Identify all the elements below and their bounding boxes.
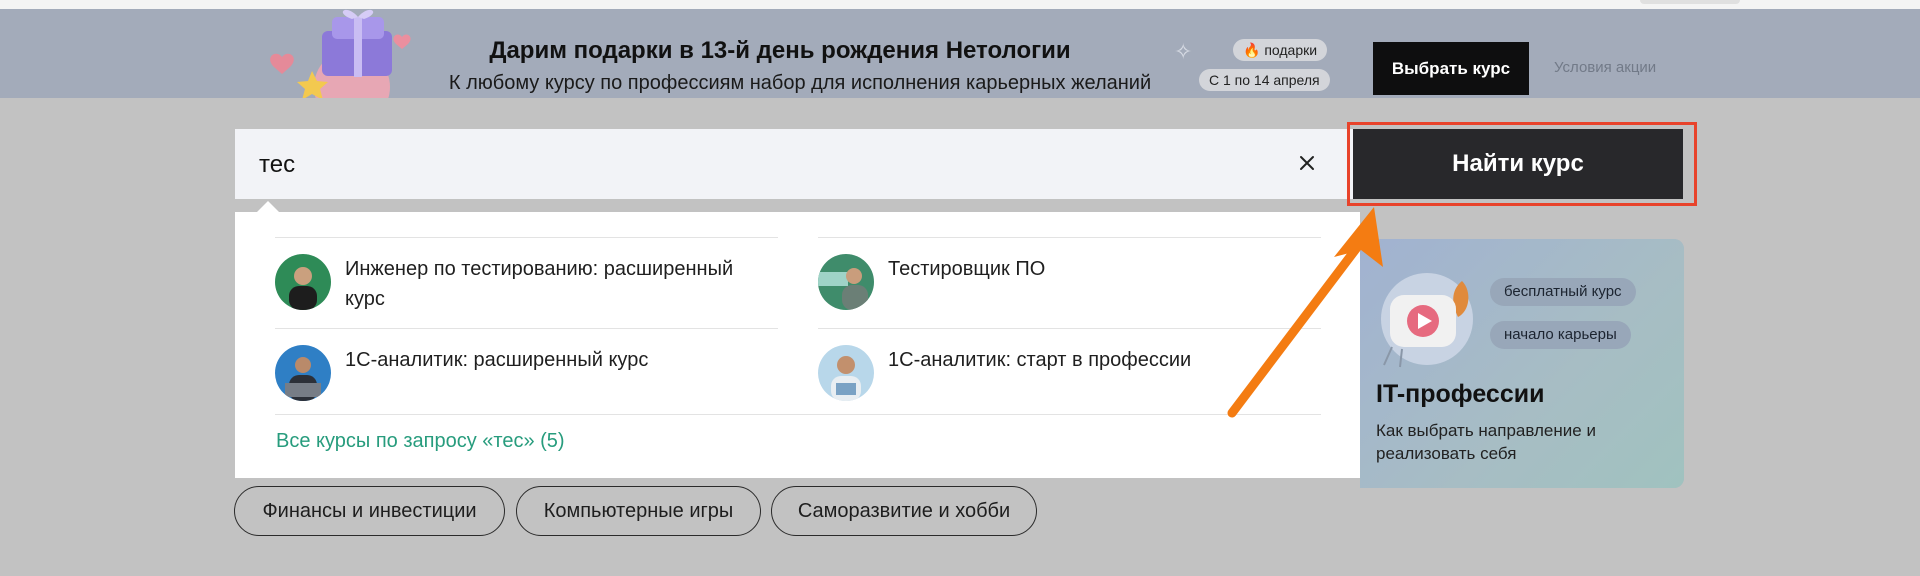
dates-tag: С 1 по 14 апреля [1199, 69, 1330, 91]
course-avatar [275, 345, 331, 401]
it-professions-card[interactable]: бесплатный курс начало карьеры IT-профес… [1360, 239, 1684, 488]
pointer-arrow-icon [1227, 207, 1383, 418]
banner-title: Дарим подарки в 13-й день рождения Нетол… [489, 37, 1071, 64]
promo-terms-link[interactable]: Условия акции [1554, 59, 1656, 76]
highlight-frame [1347, 122, 1697, 206]
gift-box-illustration [270, 9, 411, 98]
close-icon[interactable] [1295, 151, 1319, 175]
category-chip[interactable]: Саморазвитие и хобби [771, 486, 1037, 536]
top-strip [0, 0, 1920, 9]
search-input[interactable]: тес [235, 129, 1360, 199]
divider [275, 237, 778, 238]
category-chip[interactable]: Компьютерные игры [516, 486, 761, 536]
course-avatar [818, 345, 874, 401]
category-chip[interactable]: Финансы и инвестиции [234, 486, 505, 536]
suggestion-title: Инженер по тестированию: расширенный кур… [345, 258, 734, 310]
suggestion-title: 1С-аналитик: расширенный курс [345, 349, 649, 371]
promo-banner[interactable]: Дарим подарки в 13-й день рождения Нетол… [0, 9, 1920, 98]
all-courses-link[interactable]: Все курсы по запросу «тес» (5) [276, 430, 565, 453]
banner-subtitle: К любому курсу по профессиям набор для и… [448, 72, 1152, 94]
career-start-chip: начало карьеры [1490, 321, 1631, 349]
choose-course-button[interactable]: Выбрать курс [1373, 42, 1529, 95]
card-title: IT-профессии [1376, 380, 1545, 408]
suggestion-item[interactable]: 1С-аналитик: расширенный курс [275, 345, 775, 401]
gifts-tag: 🔥 подарки [1233, 39, 1328, 61]
free-course-chip: бесплатный курс [1490, 278, 1636, 306]
dropdown-notch [256, 201, 280, 213]
top-pill [1640, 0, 1740, 4]
course-avatar [818, 254, 874, 310]
search-query[interactable]: тес [259, 151, 295, 179]
divider [275, 328, 778, 329]
divider [275, 414, 1321, 415]
course-avatar [275, 254, 331, 310]
search-suggestions: Инженер по тестированию: расширенный кур… [235, 201, 1360, 478]
card-description: Как выбрать направление и реализовать се… [1376, 421, 1596, 463]
sparkle-icon: ✧ [1174, 39, 1193, 64]
suggestion-item[interactable]: Инженер по тестированию: расширенный кур… [275, 254, 775, 314]
